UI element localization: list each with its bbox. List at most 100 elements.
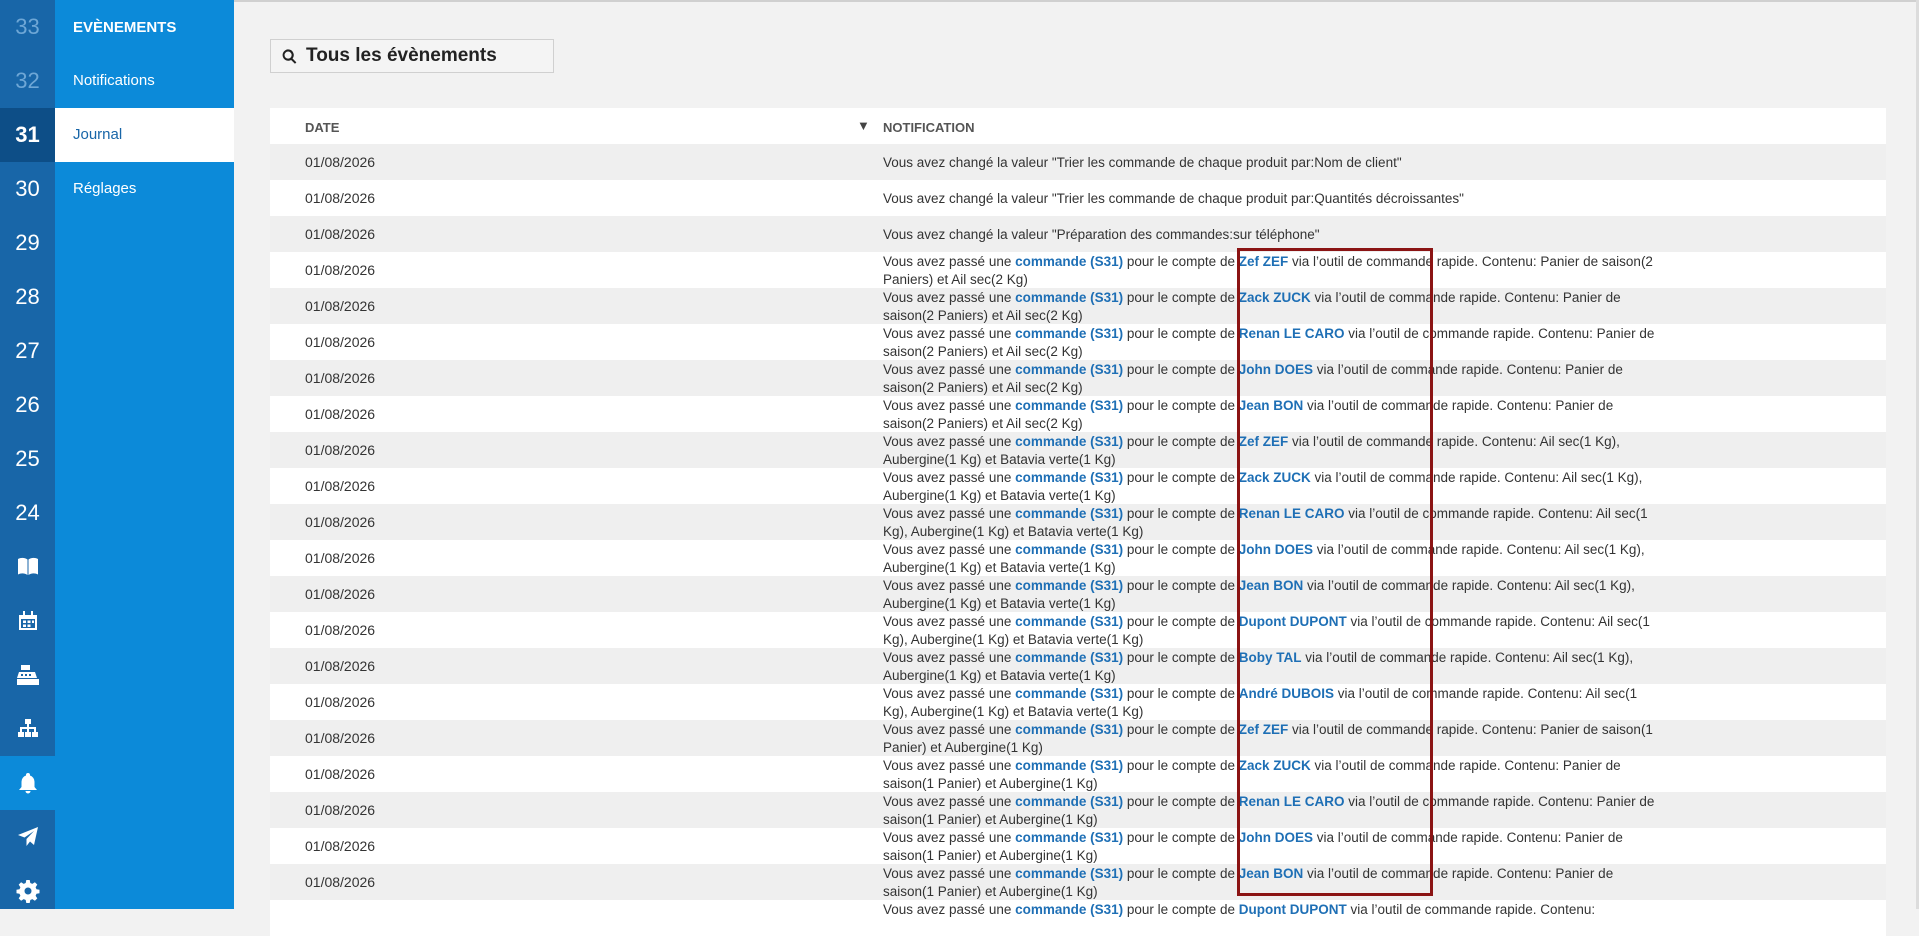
notification-tool: via l’outil de commande rapide. Contenu:: [1312, 542, 1565, 557]
gear-button[interactable]: [0, 864, 55, 918]
menu-item-rglages[interactable]: Réglages: [55, 162, 234, 216]
customer-link[interactable]: Zack ZUCK: [1239, 290, 1311, 305]
notification-prefix: Vous avez passé une: [883, 434, 1016, 449]
customer-link[interactable]: Dupont DUPONT: [1239, 614, 1347, 629]
customer-link[interactable]: Dupont DUPONT: [1239, 902, 1347, 917]
order-link[interactable]: commande (S31): [1015, 578, 1123, 593]
order-link[interactable]: commande (S31): [1015, 650, 1123, 665]
notification-tool: via l’outil de commande rapide. Contenu:: [1344, 794, 1597, 809]
table-row: 01/08/2026 Vous avez passé une commande (…: [270, 612, 1886, 648]
date-cell: 01/08/2026: [305, 514, 376, 530]
order-link[interactable]: commande (S31): [1015, 506, 1123, 521]
order-link[interactable]: commande (S31): [1015, 866, 1123, 881]
table-body: 01/08/2026 Vous avez changé la valeur "Tr…: [270, 144, 1886, 936]
date-cell: 01/08/2026: [305, 442, 376, 458]
customer-link[interactable]: Zef ZEF: [1239, 254, 1289, 269]
week-29[interactable]: 29: [0, 216, 55, 270]
customer-link[interactable]: Renan LE CARO: [1239, 326, 1345, 341]
menu-item-journal[interactable]: Journal: [55, 108, 234, 162]
bell-button[interactable]: [0, 756, 55, 810]
paper-plane-button[interactable]: [0, 810, 55, 864]
calendar-button[interactable]: [0, 594, 55, 648]
menu-heading: EVÈNEMENTS: [73, 19, 177, 36]
table-row: 01/08/2026 Vous avez changé la valeur "Pr…: [270, 216, 1886, 252]
table-header: DATE ▼ NOTIFICATION: [270, 108, 1886, 144]
customer-link[interactable]: Zef ZEF: [1239, 722, 1289, 737]
notification-mid: pour le compte de: [1123, 722, 1239, 737]
order-link[interactable]: commande (S31): [1015, 758, 1123, 773]
week-33[interactable]: 33: [0, 0, 55, 54]
customer-link[interactable]: Zack ZUCK: [1239, 470, 1311, 485]
date-cell: 01/08/2026: [305, 478, 376, 494]
date-cell: 01/08/2026: [305, 658, 376, 674]
notification-cell: Vous avez passé une commande (S31) pour …: [883, 757, 1658, 792]
week-31[interactable]: 31: [0, 108, 55, 162]
notification-mid: pour le compte de: [1123, 830, 1239, 845]
customer-link[interactable]: Zef ZEF: [1239, 434, 1289, 449]
table-row: 01/08/2026 Vous avez passé une commande (…: [270, 324, 1886, 360]
book-button[interactable]: [0, 540, 55, 594]
book-icon: [17, 557, 38, 575]
customer-link[interactable]: John DOES: [1239, 362, 1313, 377]
notification-cell: Vous avez passé une commande (S31) pour …: [883, 433, 1658, 468]
order-link[interactable]: commande (S31): [1015, 434, 1123, 449]
week-24[interactable]: 24: [0, 486, 55, 540]
order-link[interactable]: commande (S31): [1015, 398, 1123, 413]
table-row: 01/08/2026 Vous avez passé une commande (…: [270, 504, 1886, 540]
order-link[interactable]: commande (S31): [1015, 830, 1123, 845]
order-link[interactable]: commande (S31): [1015, 470, 1123, 485]
sort-indicator-icon[interactable]: ▼: [857, 118, 870, 133]
customer-link[interactable]: Jean BON: [1239, 398, 1304, 413]
order-link[interactable]: commande (S31): [1015, 614, 1123, 629]
date-cell: 01/08/2026: [305, 586, 376, 602]
order-link[interactable]: commande (S31): [1015, 794, 1123, 809]
order-link[interactable]: commande (S31): [1015, 722, 1123, 737]
week-26[interactable]: 26: [0, 378, 55, 432]
table-row: 01/08/2026 Vous avez passé une commande (…: [270, 396, 1886, 432]
customer-link[interactable]: Jean BON: [1239, 578, 1304, 593]
date-cell: 01/08/2026: [305, 730, 376, 746]
column-header-date[interactable]: DATE: [305, 120, 339, 135]
menu-item-notifications[interactable]: Notifications: [55, 54, 234, 108]
notification-mid: pour le compte de: [1123, 578, 1239, 593]
week-32[interactable]: 32: [0, 54, 55, 108]
table-row: 01/08/2026 Vous avez passé une commande (…: [270, 540, 1886, 576]
date-cell: 01/08/2026: [305, 622, 376, 638]
notification-prefix: Vous avez passé une: [883, 506, 1016, 521]
notification-tool: via l’outil de commande rapide. Contenu:: [1303, 578, 1555, 593]
notification-prefix: Vous avez passé une: [883, 254, 1016, 269]
notification-tool: via l’outil de commande rapide. Contenu:: [1301, 650, 1553, 665]
customer-link[interactable]: Renan LE CARO: [1239, 794, 1345, 809]
sitemap-button[interactable]: [0, 702, 55, 756]
order-link[interactable]: commande (S31): [1015, 362, 1123, 377]
notification-mid: pour le compte de: [1123, 326, 1239, 341]
order-link[interactable]: commande (S31): [1015, 326, 1123, 341]
notification-tool: via l’outil de commande rapide. Contenu:: [1310, 758, 1563, 773]
notification-prefix: Vous avez passé une: [883, 362, 1016, 377]
customer-link[interactable]: André DUBOIS: [1239, 686, 1334, 701]
order-link[interactable]: commande (S31): [1015, 686, 1123, 701]
sitemap-icon: [17, 719, 38, 737]
notification-tool: via l’outil de commande rapide. Contenu:: [1303, 398, 1556, 413]
column-header-notification[interactable]: NOTIFICATION: [883, 120, 974, 135]
customer-link[interactable]: John DOES: [1239, 830, 1313, 845]
order-link[interactable]: commande (S31): [1015, 902, 1123, 917]
customer-link[interactable]: John DOES: [1239, 542, 1313, 557]
notification-tool: via l’outil de commande rapide. Contenu:: [1312, 362, 1566, 377]
customer-link[interactable]: Renan LE CARO: [1239, 506, 1345, 521]
week-30[interactable]: 30: [0, 162, 55, 216]
event-filter-select[interactable]: Tous les évènements: [270, 39, 554, 73]
order-link[interactable]: commande (S31): [1015, 254, 1123, 269]
week-27[interactable]: 27: [0, 324, 55, 378]
cash-register-button[interactable]: [0, 648, 55, 702]
date-cell: 01/08/2026: [305, 766, 376, 782]
customer-link[interactable]: Jean BON: [1239, 866, 1304, 881]
customer-link[interactable]: Zack ZUCK: [1239, 758, 1311, 773]
order-link[interactable]: commande (S31): [1015, 542, 1123, 557]
notification-prefix: Vous avez passé une: [883, 794, 1016, 809]
order-link[interactable]: commande (S31): [1015, 290, 1123, 305]
week-25[interactable]: 25: [0, 432, 55, 486]
notification-tool: via l’outil de commande rapide. Contenu:: [1344, 326, 1597, 341]
customer-link[interactable]: Boby TAL: [1239, 650, 1302, 665]
week-28[interactable]: 28: [0, 270, 55, 324]
